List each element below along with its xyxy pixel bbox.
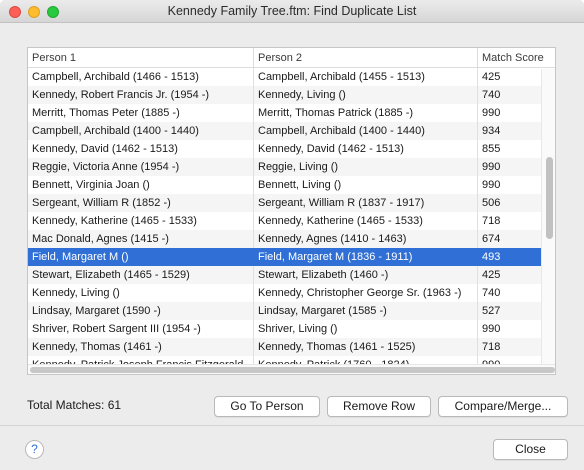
table-body: Campbell, Archibald (1466 - 1513) Campbel… <box>28 68 556 375</box>
person-1-cell[interactable]: Kennedy, Katherine (1465 - 1533) <box>28 212 254 230</box>
title-bar: Kennedy Family Tree.ftm: Find Duplicate … <box>0 0 584 23</box>
person-2-cell[interactable]: Leaman, Edith W (1854 -) <box>254 374 478 375</box>
person-2-cell[interactable]: Reggie, Living () <box>254 158 478 176</box>
person-2-cell[interactable]: Kennedy, Agnes (1410 - 1463) <box>254 230 478 248</box>
table-row[interactable]: Mac Donald, Agnes (1415 -) Kennedy, Agnes… <box>28 230 555 248</box>
person-1-cell[interactable]: Bennett, Virginia Joan () <box>28 176 254 194</box>
person-2-cell[interactable]: Kennedy, Christopher George Sr. (1963 -) <box>254 284 478 302</box>
total-matches-label: Total Matches: 61 <box>27 398 122 412</box>
go-to-person-button[interactable]: Go To Person <box>214 396 320 417</box>
person-1-cell[interactable]: Shriver, Robert Sargent III (1954 -) <box>28 320 254 338</box>
compare-merge-button[interactable]: Compare/Merge... <box>438 396 568 417</box>
person-2-cell[interactable]: Lindsay, Margaret (1585 -) <box>254 302 478 320</box>
person-1-cell[interactable]: Mac Donald, Agnes (1415 -) <box>28 230 254 248</box>
table-row[interactable]: Sergeant, William R (1852 -) Sergeant, Wi… <box>28 194 555 212</box>
person-1-cell[interactable]: Field, Margaret M () <box>28 248 254 266</box>
person-2-cell[interactable]: Bennett, Living () <box>254 176 478 194</box>
person-2-cell[interactable]: Campbell, Archibald (1400 - 1440) <box>254 122 478 140</box>
person-1-cell[interactable]: Leaman, Edith W (1854 -) <box>28 374 254 375</box>
person-2-cell[interactable]: Merritt, Thomas Patrick (1885 -) <box>254 104 478 122</box>
person-1-cell[interactable]: Lindsay, Margaret (1590 -) <box>28 302 254 320</box>
person-1-cell[interactable]: Reggie, Victoria Anne (1954 -) <box>28 158 254 176</box>
table-row[interactable]: Campbell, Archibald (1466 - 1513) Campbel… <box>28 68 555 86</box>
table-row[interactable]: Field, Margaret M () Field, Margaret M (1… <box>28 248 555 266</box>
table-row[interactable]: Stewart, Elizabeth (1465 - 1529) Stewart,… <box>28 266 555 284</box>
table-row[interactable]: Leaman, Edith W (1854 -)Leaman, Edith W … <box>28 374 556 375</box>
table-row[interactable]: Shriver, Robert Sargent III (1954 -) Shri… <box>28 320 555 338</box>
find-duplicate-window: Kennedy Family Tree.ftm: Find Duplicate … <box>0 0 584 470</box>
person-2-cell[interactable]: Kennedy, Katherine (1465 - 1533) <box>254 212 478 230</box>
window-title: Kennedy Family Tree.ftm: Find Duplicate … <box>167 4 417 18</box>
table-row[interactable]: Kennedy, David (1462 - 1513) Kennedy, Dav… <box>28 140 555 158</box>
person-1-cell[interactable]: Kennedy, Robert Francis Jr. (1954 -) <box>28 86 254 104</box>
person-2-cell[interactable]: Sergeant, William R (1837 - 1917) <box>254 194 478 212</box>
column-header-match-score[interactable]: Match Score <box>478 48 555 68</box>
table-row[interactable]: Kennedy, Katherine (1465 - 1533) Kennedy,… <box>28 212 555 230</box>
person-2-cell[interactable]: Stewart, Elizabeth (1460 -) <box>254 266 478 284</box>
horizontal-scrollbar[interactable] <box>28 364 555 374</box>
person-1-cell[interactable]: Campbell, Archibald (1400 - 1440) <box>28 122 254 140</box>
table-row[interactable]: Bennett, Virginia Joan () Bennett, Living… <box>28 176 555 194</box>
table-row[interactable]: Campbell, Archibald (1400 - 1440) Campbel… <box>28 122 555 140</box>
footer-divider <box>0 425 584 426</box>
vertical-scroll-thumb[interactable] <box>546 157 553 239</box>
person-1-cell[interactable]: Kennedy, David (1462 - 1513) <box>28 140 254 158</box>
table-row[interactable]: Merritt, Thomas Peter (1885 -) Merritt, T… <box>28 104 555 122</box>
column-header-person-1[interactable]: Person 1 <box>28 48 254 68</box>
person-1-cell[interactable]: Stewart, Elizabeth (1465 - 1529) <box>28 266 254 284</box>
person-1-cell[interactable]: Campbell, Archibald (1466 - 1513) <box>28 68 254 86</box>
horizontal-scroll-thumb[interactable] <box>30 367 555 373</box>
person-2-cell[interactable]: Kennedy, Thomas (1461 - 1525) <box>254 338 478 356</box>
person-1-cell[interactable]: Kennedy, Thomas (1461 -) <box>28 338 254 356</box>
match-score-cell[interactable]: 506 <box>478 374 556 375</box>
table-row[interactable]: Kennedy, Robert Francis Jr. (1954 -) Kenn… <box>28 86 555 104</box>
duplicates-table: Person 1 Person 2 Match Score Campbell, … <box>27 47 556 375</box>
column-header-person-2[interactable]: Person 2 <box>254 48 478 68</box>
person-1-cell[interactable]: Sergeant, William R (1852 -) <box>28 194 254 212</box>
close-button[interactable]: Close <box>493 439 568 460</box>
person-2-cell[interactable]: Shriver, Living () <box>254 320 478 338</box>
table-header: Person 1 Person 2 Match Score <box>28 48 555 68</box>
person-1-cell[interactable]: Merritt, Thomas Peter (1885 -) <box>28 104 254 122</box>
person-2-cell[interactable]: Kennedy, David (1462 - 1513) <box>254 140 478 158</box>
table-row[interactable]: Kennedy, Thomas (1461 -) Kennedy, Thomas … <box>28 338 555 356</box>
help-icon[interactable]: ? <box>25 440 44 459</box>
table-row[interactable]: Lindsay, Margaret (1590 -) Lindsay, Marga… <box>28 302 555 320</box>
table-row[interactable]: Reggie, Victoria Anne (1954 -) Reggie, Li… <box>28 158 555 176</box>
table-row[interactable]: Kennedy, Living () Kennedy, Christopher G… <box>28 284 555 302</box>
vertical-scrollbar[interactable] <box>541 69 555 365</box>
person-2-cell[interactable]: Campbell, Archibald (1455 - 1513) <box>254 68 478 86</box>
person-1-cell[interactable]: Kennedy, Living () <box>28 284 254 302</box>
person-2-cell[interactable]: Kennedy, Living () <box>254 86 478 104</box>
remove-row-button[interactable]: Remove Row <box>327 396 431 417</box>
person-2-cell[interactable]: Field, Margaret M (1836 - 1911) <box>254 248 478 266</box>
